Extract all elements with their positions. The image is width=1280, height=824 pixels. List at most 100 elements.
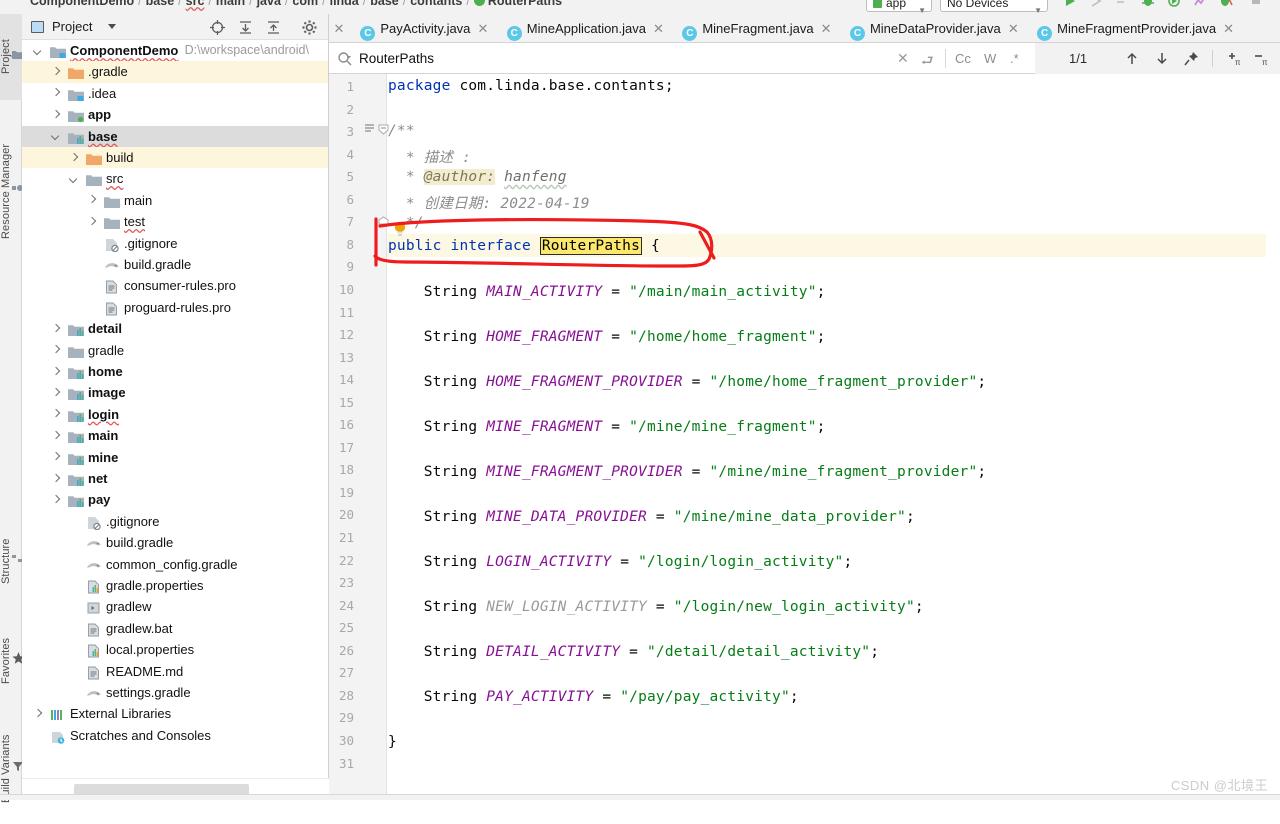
chevron-right-icon[interactable] — [70, 154, 78, 162]
tree-node-gradlew-bat[interactable]: gradlew.bat — [22, 618, 328, 639]
tree-node-src[interactable]: src — [22, 168, 328, 189]
line-number[interactable]: 14 — [332, 372, 354, 387]
line-number[interactable]: 23 — [332, 575, 354, 590]
tree-node-pay[interactable]: pay — [22, 489, 328, 510]
breadcrumb-item-3[interactable]: main — [216, 0, 245, 8]
search-input[interactable]: RouterPaths — [359, 43, 434, 74]
editor-tab-minefragmentprovider[interactable]: CMineFragmentProvider.java✕ — [1029, 14, 1241, 43]
line-number[interactable]: 21 — [332, 530, 354, 545]
add-selection-icon[interactable]: π — [1224, 50, 1242, 67]
replace-toggle-icon[interactable]: ⮐ — [921, 50, 934, 74]
breadcrumb-item-7[interactable]: base — [370, 0, 399, 8]
line-number[interactable]: 17 — [332, 440, 354, 455]
code-line-14[interactable]: String HOME_FRAGMENT_PROVIDER = "/home/h… — [388, 374, 986, 390]
chevron-right-icon[interactable] — [52, 68, 60, 76]
device-selector[interactable]: No Devices ▼ — [940, 0, 1048, 12]
tree-node-local-properties[interactable]: local.properties — [22, 639, 328, 660]
tree-node-build[interactable]: build — [22, 147, 328, 168]
tree-node-readme-md[interactable]: README.md — [22, 661, 328, 682]
breadcrumb-item-0[interactable]: ComponentDemo — [30, 0, 134, 8]
chevron-right-icon[interactable] — [52, 346, 60, 354]
run-icon[interactable] — [1062, 0, 1078, 8]
fold-region-icon[interactable] — [363, 122, 377, 136]
tree-node-componentdemo[interactable]: ComponentDemoD:\workspace\android\ — [22, 40, 328, 61]
chevron-right-icon[interactable] — [52, 453, 60, 461]
code-line-16[interactable]: String MINE_FRAGMENT = "/mine/mine_fragm… — [388, 419, 826, 435]
code-editor[interactable]: 1234567891011121314151617181920212223242… — [329, 74, 1280, 800]
tree-node-image[interactable]: image — [22, 382, 328, 403]
line-number[interactable]: 5 — [332, 169, 354, 184]
remove-selection-icon[interactable]: π — [1251, 50, 1269, 67]
line-number[interactable]: 28 — [332, 688, 354, 703]
line-number[interactable]: 1 — [332, 79, 354, 94]
profiler-icon[interactable] — [1192, 0, 1208, 8]
code-line-26[interactable]: String DETAIL_ACTIVITY = "/detail/detail… — [388, 644, 879, 660]
chevron-right-icon[interactable] — [52, 368, 60, 376]
apply-changes-icon[interactable] — [1088, 0, 1104, 8]
line-number[interactable]: 12 — [332, 327, 354, 342]
editor-tab-payactivity[interactable]: CPayActivity.java✕ — [352, 14, 495, 43]
tree-node--gitignore[interactable]: .gitignore — [22, 233, 328, 254]
tree-node-external-libraries[interactable]: External Libraries — [22, 703, 328, 724]
attach-debugger-icon[interactable] — [1218, 0, 1234, 8]
words-toggle[interactable]: W — [984, 43, 996, 74]
collapse-fold-icon[interactable] — [377, 216, 390, 230]
code-line-10[interactable]: String MAIN_ACTIVITY = "/main/main_activ… — [388, 284, 826, 300]
debug-icon[interactable] — [1140, 0, 1156, 8]
chevron-right-icon[interactable] — [88, 196, 96, 204]
code-content[interactable]: package com.linda.base.contants; /** * 描… — [388, 74, 1280, 800]
tree-node-consumer-rules-pro[interactable]: consumer-rules.pro — [22, 275, 328, 296]
tree-node-build-gradle[interactable]: build.gradle — [22, 254, 328, 275]
collapse-comment-icon[interactable] — [377, 123, 390, 137]
regex-toggle[interactable]: .* — [1010, 43, 1019, 74]
line-number[interactable]: 16 — [332, 417, 354, 432]
sidebar-item-favorites[interactable]: Favorites — [0, 614, 22, 708]
line-number[interactable]: 10 — [332, 282, 354, 297]
chevron-down-icon[interactable] — [70, 175, 78, 183]
tree-node-net[interactable]: net — [22, 468, 328, 489]
tree-node-settings-gradle[interactable]: settings.gradle — [22, 682, 328, 703]
tree-node-home[interactable]: home — [22, 361, 328, 382]
tree-node-login[interactable]: login — [22, 404, 328, 425]
tree-node-base[interactable]: base — [22, 126, 328, 147]
line-number[interactable]: 8 — [332, 237, 354, 252]
clear-icon[interactable]: ✕ — [897, 50, 909, 67]
line-number[interactable]: 13 — [332, 350, 354, 365]
stop-icon[interactable] — [1248, 0, 1264, 8]
editor-tab-bar[interactable]: ✕ CPayActivity.java✕ CMineApplication.ja… — [329, 14, 1280, 43]
code-line-28[interactable]: String PAY_ACTIVITY = "/pay/pay_activity… — [388, 689, 799, 705]
sidebar-item-project[interactable]: Project — [0, 14, 22, 100]
tree-node-main[interactable]: main — [22, 425, 328, 446]
code-line-4[interactable]: * 描述 : — [388, 146, 471, 167]
tree-node-detail[interactable]: detail — [22, 318, 328, 339]
intention-bulb-icon[interactable] — [391, 220, 409, 238]
breadcrumb-item-2[interactable]: src — [186, 0, 205, 8]
tree-node--idea[interactable]: .idea — [22, 83, 328, 104]
sidebar-item-resource-manager[interactable]: Resource Manager — [0, 114, 22, 268]
breadcrumb-item-5[interactable]: com — [292, 0, 318, 8]
breadcrumb-item-6[interactable]: linda — [330, 0, 359, 8]
line-number[interactable]: 25 — [332, 620, 354, 635]
line-number[interactable]: 20 — [332, 507, 354, 522]
pin-icon[interactable] — [1182, 50, 1200, 67]
tree-node-scratches-and-consoles[interactable]: Scratches and Consoles — [22, 725, 328, 746]
editor-tab-minedataprovider[interactable]: CMineDataProvider.java✕ — [842, 14, 1026, 43]
chevron-right-icon[interactable] — [52, 496, 60, 504]
chevron-down-icon[interactable] — [52, 132, 60, 140]
line-number[interactable]: 26 — [332, 643, 354, 658]
close-icon[interactable]: ✕ — [1222, 14, 1235, 43]
chevron-right-icon[interactable] — [52, 89, 60, 97]
line-number[interactable]: 22 — [332, 553, 354, 568]
tree-node-main[interactable]: main — [22, 190, 328, 211]
line-number[interactable]: 2 — [332, 102, 354, 117]
chevron-down-icon[interactable] — [108, 24, 116, 29]
line-number[interactable]: 30 — [332, 733, 354, 748]
sidebar-item-structure[interactable]: Structure — [0, 514, 22, 608]
chevron-right-icon[interactable] — [88, 218, 96, 226]
chevron-down-icon[interactable] — [34, 47, 42, 55]
prev-match-icon[interactable] — [1123, 50, 1141, 67]
tree-node-proguard-rules-pro[interactable]: proguard-rules.pro — [22, 297, 328, 318]
match-case-toggle[interactable]: Cc — [955, 43, 971, 74]
code-line-3[interactable]: /** — [388, 123, 415, 139]
line-number[interactable]: 19 — [332, 485, 354, 500]
